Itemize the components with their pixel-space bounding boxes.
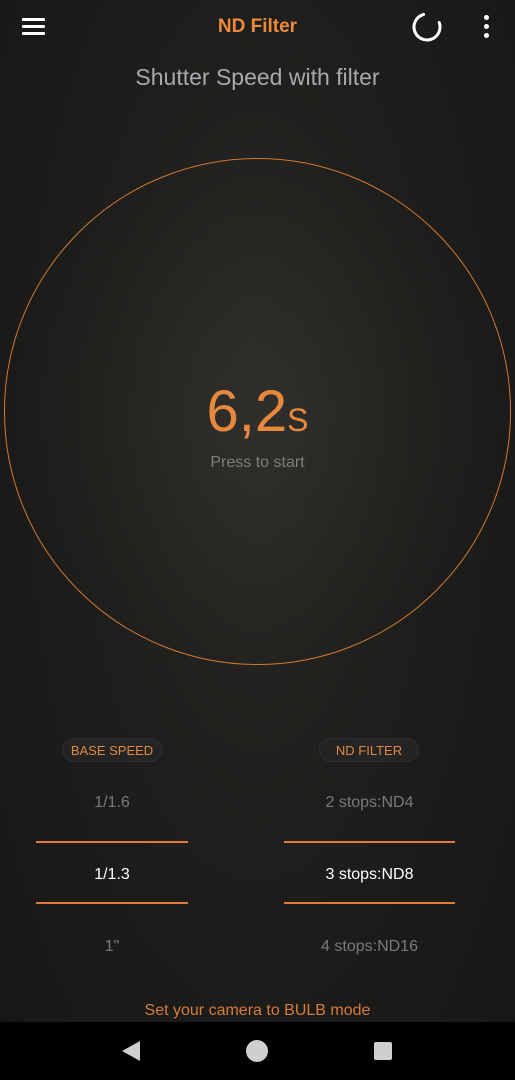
nd-filter-label: ND FILTER bbox=[319, 738, 419, 762]
nd-filter-option[interactable]: 2 stops:ND4 bbox=[284, 794, 455, 812]
refresh-icon[interactable] bbox=[410, 10, 444, 44]
timer-unit: S bbox=[287, 402, 309, 438]
app-toolbar: ND Filter bbox=[0, 0, 515, 54]
picker-divider bbox=[36, 902, 188, 904]
page-subtitle: Shutter Speed with filter bbox=[135, 64, 380, 90]
picker-divider bbox=[36, 841, 188, 843]
base-speed-selected-option[interactable]: 1/1.3 bbox=[36, 866, 188, 884]
base-speed-option[interactable]: 1/1.6 bbox=[36, 794, 188, 812]
base-speed-picker[interactable]: 1/1.6 1/1.3 1" bbox=[36, 774, 188, 974]
press-to-start-hint: Press to start bbox=[210, 454, 305, 471]
back-triangle-icon[interactable] bbox=[120, 1039, 142, 1063]
base-speed-label: BASE SPEED bbox=[62, 738, 162, 762]
picker-divider bbox=[284, 902, 455, 904]
more-vert-icon[interactable] bbox=[474, 12, 498, 42]
bulb-mode-note: Set your camera to BULB mode bbox=[144, 1002, 371, 1019]
timer-start-button[interactable]: 6,2S Press to start bbox=[4, 158, 511, 665]
recents-square-icon[interactable] bbox=[374, 1042, 392, 1060]
base-speed-option[interactable]: 1" bbox=[36, 938, 188, 956]
nd-filter-option[interactable]: 4 stops:ND16 bbox=[284, 938, 455, 956]
picker-divider bbox=[284, 841, 455, 843]
timer-readout: 6,2S bbox=[5, 383, 510, 441]
system-navigation-bar bbox=[0, 1022, 515, 1080]
nd-filter-picker[interactable]: 2 stops:ND4 3 stops:ND8 4 stops:ND16 bbox=[284, 774, 455, 974]
home-circle-icon[interactable] bbox=[246, 1040, 268, 1062]
timer-value: 6,2 bbox=[206, 379, 288, 444]
nd-filter-selected-option[interactable]: 3 stops:ND8 bbox=[284, 866, 455, 884]
